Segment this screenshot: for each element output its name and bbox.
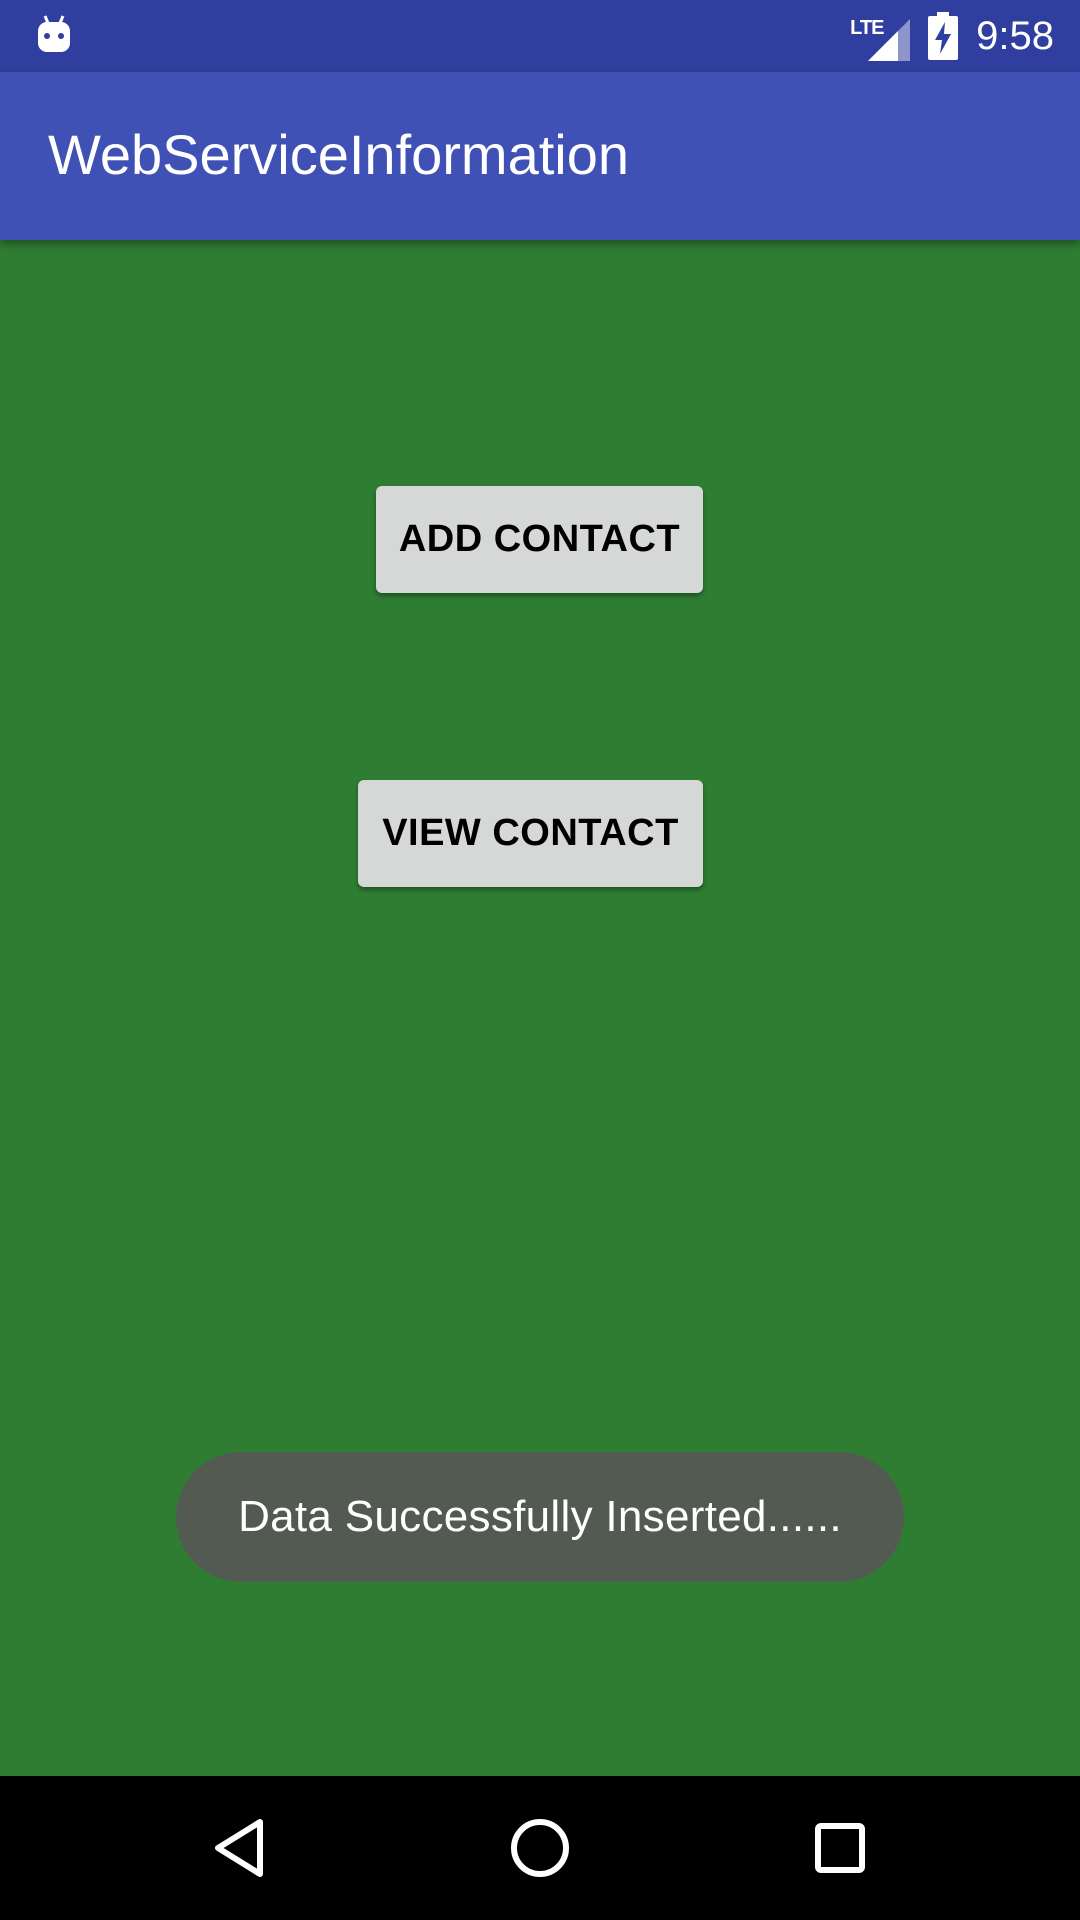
- status-indicators: LTE 9:58: [850, 0, 1054, 72]
- back-icon[interactable]: [200, 1808, 280, 1888]
- toast-message: Data Successfully Inserted......: [176, 1452, 904, 1582]
- battery-charging-icon: [928, 12, 959, 60]
- clock: 9:58: [976, 13, 1054, 58]
- network-indicator: LTE: [850, 11, 911, 61]
- android-notification-icon: [38, 15, 70, 52]
- home-icon[interactable]: [500, 1808, 580, 1888]
- navigation-bar: [0, 1776, 1080, 1920]
- app-bar: WebServiceInformation: [0, 72, 1080, 240]
- toast-text: Data Successfully Inserted......: [238, 1492, 842, 1541]
- add-contact-button[interactable]: ADD CONTACT: [376, 486, 703, 593]
- status-bar: LTE 9:58: [0, 0, 1080, 72]
- view-contact-button[interactable]: VIEW CONTACT: [358, 780, 703, 887]
- app-title: WebServiceInformation: [48, 123, 629, 186]
- signal-icon: [868, 19, 911, 61]
- recent-apps-icon[interactable]: [800, 1808, 880, 1888]
